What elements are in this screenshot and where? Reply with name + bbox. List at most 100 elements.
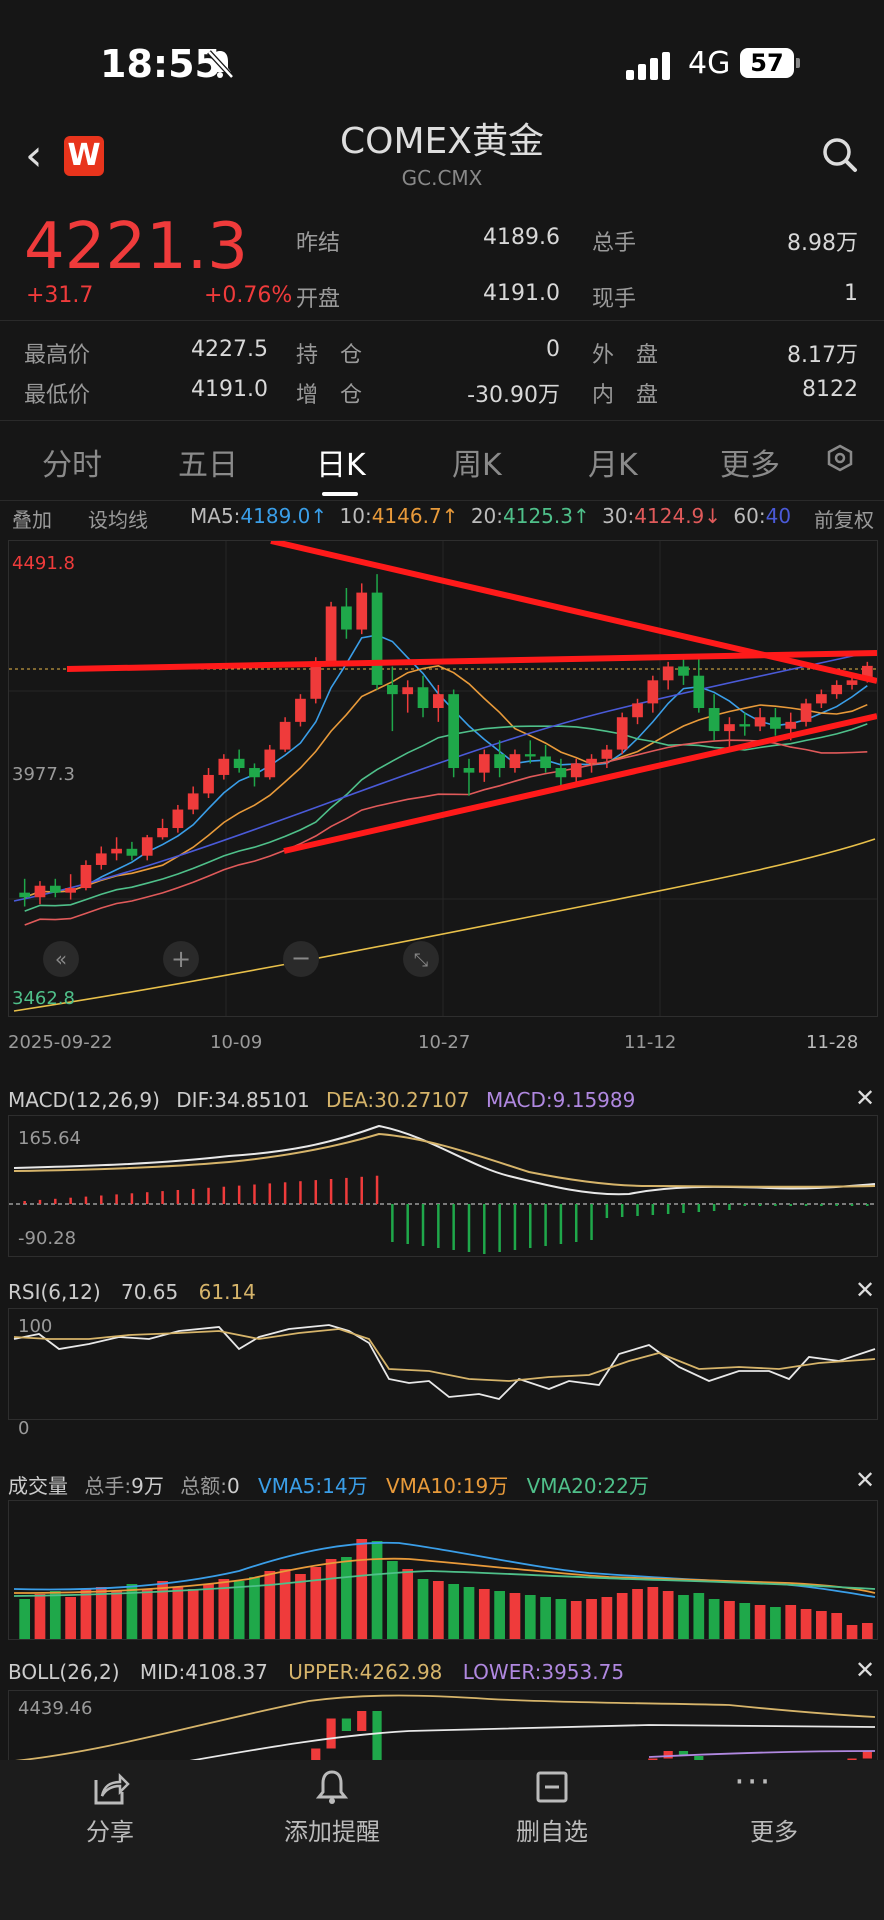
candle-body [34, 885, 46, 898]
ma20-value: 4125.3↑ [503, 504, 590, 528]
rsi-value-2: 61.14 [198, 1280, 256, 1304]
boll-candle [357, 1711, 367, 1731]
tab-more[interactable]: 更多 [720, 440, 780, 484]
volume-bar [463, 1587, 475, 1639]
minus-icon: − [291, 944, 311, 972]
close-icon[interactable]: ✕ [855, 1656, 875, 1684]
candle-body [555, 768, 567, 778]
volume-bar [295, 1574, 306, 1639]
kline-chart-panel[interactable]: « + − ⤡ [8, 538, 878, 1017]
tab-intraday[interactable]: 分时 [42, 440, 102, 484]
boll-upper: UPPER:4262.98 [288, 1660, 443, 1684]
ma30-line [24, 739, 868, 926]
ma30-value: 4124.9↓ [634, 504, 722, 528]
rsi-panel[interactable] [8, 1308, 878, 1420]
add-alert-button[interactable]: 添加提醒 [272, 1812, 392, 1847]
ma10-line [24, 664, 868, 899]
close-icon[interactable]: ✕ [855, 1084, 875, 1112]
boll-y-max: 4439.46 [18, 1698, 93, 1719]
more-button[interactable]: 更多 [714, 1812, 834, 1847]
x-axis-label: 10-27 [418, 1032, 471, 1053]
candle-body [187, 793, 199, 810]
volume-title: 成交量 [8, 1474, 68, 1498]
x-axis-label: 10-09 [210, 1032, 263, 1053]
macd-panel[interactable] [8, 1115, 878, 1257]
share-button[interactable]: 分享 [50, 1812, 170, 1847]
volume-bar [65, 1597, 76, 1639]
bell-icon[interactable] [314, 1768, 350, 1806]
quote-label: 外 盘 [592, 343, 659, 368]
tab-weekly-k[interactable]: 周K [452, 440, 502, 484]
active-tab-indicator [322, 492, 358, 496]
boll-panel[interactable] [8, 1690, 878, 1761]
candle-body [448, 694, 460, 769]
battery-icon [796, 58, 800, 68]
search-icon[interactable] [822, 137, 858, 173]
tab-monthly-k[interactable]: 月K [588, 440, 638, 484]
x-axis-label: 11-28 [806, 1032, 859, 1053]
volume-bar [371, 1541, 383, 1639]
trendline [66, 650, 878, 672]
volume-bar [341, 1557, 352, 1639]
rsi-y-min: 0 [18, 1418, 30, 1439]
rsi-y-max: 100 [18, 1316, 53, 1337]
quote-value: 0 [546, 337, 560, 362]
rsi6-line [13, 1324, 876, 1400]
candle-body [126, 848, 138, 856]
boll-candle [326, 1718, 336, 1749]
candle-body [770, 717, 781, 729]
quote-label: 增 仓 [296, 383, 363, 408]
volume-bar [509, 1593, 521, 1639]
remove-watchlist-button[interactable]: 删自选 [492, 1812, 612, 1847]
volume-bar [356, 1539, 368, 1639]
candle-body [279, 721, 291, 750]
candle-body [203, 774, 214, 794]
candle-body [325, 606, 337, 662]
plus-icon: + [171, 945, 191, 973]
volume-bar [800, 1609, 812, 1639]
volume-bar [264, 1571, 276, 1639]
more-icon[interactable]: ··· [734, 1762, 772, 1802]
volume-bar [448, 1584, 460, 1639]
ma5-line [24, 634, 868, 899]
close-icon[interactable]: ✕ [855, 1276, 875, 1304]
rsi-value-1: 70.65 [121, 1280, 179, 1304]
candle-body [95, 853, 107, 865]
volume-bar [601, 1597, 613, 1639]
candle-body [478, 754, 490, 773]
candle-body [739, 724, 751, 727]
boll-lower: LOWER:3953.75 [462, 1660, 625, 1684]
candle-body [356, 592, 368, 630]
tab-daily-k[interactable]: 日K [316, 440, 366, 484]
vma20-line [13, 1570, 876, 1597]
remove-watchlist-icon[interactable] [535, 1770, 569, 1804]
volume-bar [647, 1587, 659, 1639]
volume-bar [632, 1589, 643, 1639]
volume-bar [846, 1625, 858, 1639]
macd-y-min: -90.28 [18, 1228, 77, 1249]
candle-body [157, 828, 168, 838]
tab-five-day[interactable]: 五日 [178, 440, 238, 484]
candle-body [647, 680, 659, 704]
volume-panel[interactable] [8, 1500, 878, 1640]
volume-bar [662, 1591, 674, 1639]
boll-mid: MID:4108.37 [139, 1660, 268, 1684]
network-type: 4G [688, 46, 731, 81]
volume-bar [739, 1603, 751, 1639]
close-icon[interactable]: ✕ [855, 1466, 875, 1494]
overlay-button[interactable]: 叠加 [12, 504, 52, 533]
candle-body [19, 892, 31, 898]
settings-icon[interactable] [826, 444, 854, 472]
adjust-button[interactable]: 前复权 [810, 504, 874, 533]
divider [0, 420, 884, 421]
signal-icon [626, 52, 674, 80]
dea-line [13, 1132, 876, 1188]
volume-bar [187, 1589, 199, 1639]
share-icon[interactable] [92, 1770, 130, 1806]
volume-chart [13, 1539, 876, 1639]
volume-bar [693, 1593, 705, 1639]
grid [9, 541, 877, 1016]
set-ma-button[interactable]: 设均线 [88, 504, 148, 533]
macd-dif: DIF:34.85101 [176, 1088, 310, 1112]
ma5-value: 4189.0↑ [240, 504, 328, 528]
